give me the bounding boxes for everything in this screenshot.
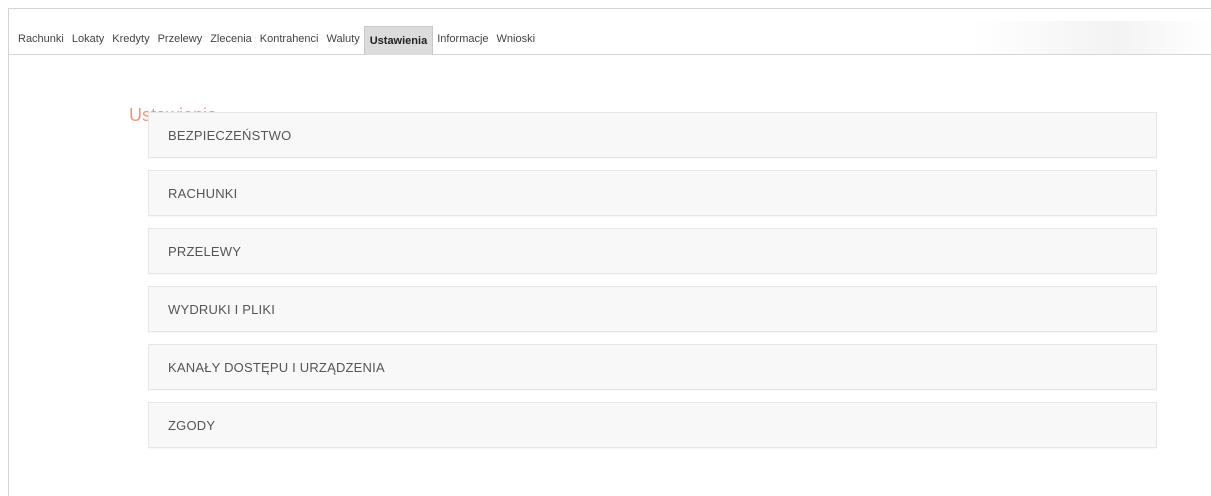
settings-menu: BEZPIECZEŃSTWO RACHUNKI PRZELEWY WYDRUKI… (148, 112, 1157, 460)
settings-item-wydruki-i-pliki[interactable]: WYDRUKI I PLIKI (148, 286, 1157, 332)
nav-tab-lokaty[interactable]: Lokaty (68, 26, 108, 52)
settings-item-rachunki[interactable]: RACHUNKI (148, 170, 1157, 216)
nav-tab-kredyty[interactable]: Kredyty (108, 26, 153, 52)
settings-item-zgody[interactable]: ZGODY (148, 402, 1157, 448)
settings-item-label: WYDRUKI I PLIKI (168, 301, 276, 317)
settings-item-przelewy[interactable]: PRZELEWY (148, 228, 1157, 274)
app-frame: Rachunki Lokaty Kredyty Przelewy Zleceni… (8, 8, 1211, 496)
nav-tab-rachunki[interactable]: Rachunki (9, 26, 68, 52)
nav-tab-zlecenia[interactable]: Zlecenia (206, 26, 256, 52)
nav-tab-ustawienia[interactable]: Ustawienia (363, 26, 434, 55)
nav-tab-waluty[interactable]: Waluty (323, 26, 364, 52)
settings-item-label: RACHUNKI (168, 185, 238, 201)
settings-item-label: BEZPIECZEŃSTWO (168, 127, 292, 143)
settings-item-kanaly-dostepu[interactable]: KANAŁY DOSTĘPU I URZĄDZENIA (148, 344, 1157, 390)
top-navigation: Rachunki Lokaty Kredyty Przelewy Zleceni… (9, 21, 1211, 55)
nav-tab-przelewy[interactable]: Przelewy (154, 26, 207, 52)
settings-item-bezpieczenstwo[interactable]: BEZPIECZEŃSTWO (148, 112, 1157, 158)
settings-item-label: PRZELEWY (168, 243, 242, 259)
nav-tab-wnioski[interactable]: Wnioski (493, 26, 540, 52)
settings-item-label: KANAŁY DOSTĘPU I URZĄDZENIA (168, 359, 385, 375)
nav-tab-informacje[interactable]: Informacje (433, 26, 492, 52)
nav-tab-kontrahenci[interactable]: Kontrahenci (256, 26, 323, 52)
settings-item-label: ZGODY (168, 417, 216, 433)
